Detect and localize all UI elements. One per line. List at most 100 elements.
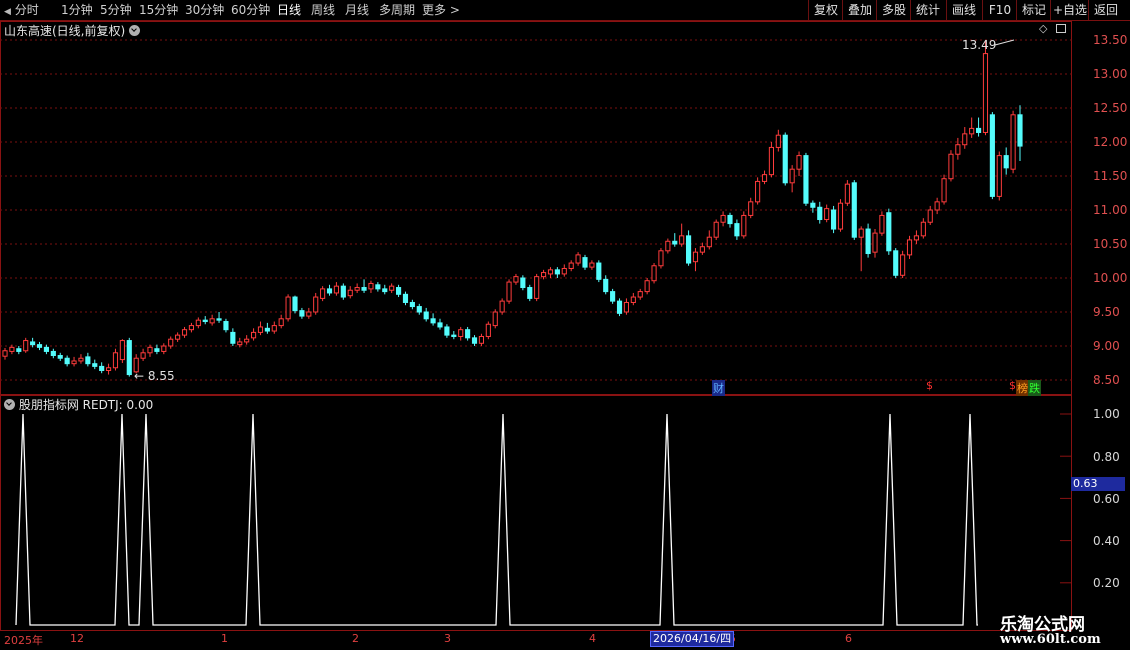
candle[interactable]: [292, 295, 298, 314]
candle[interactable]: [748, 197, 754, 219]
candle[interactable]: [589, 260, 595, 270]
candle[interactable]: [658, 248, 664, 269]
candle[interactable]: [679, 223, 685, 247]
chevron-down-icon[interactable]: [4, 399, 15, 410]
candle[interactable]: [375, 282, 381, 292]
candle[interactable]: [306, 307, 312, 319]
candle[interactable]: [934, 197, 940, 215]
candle[interactable]: [64, 355, 70, 367]
candle[interactable]: [893, 248, 899, 278]
candle[interactable]: [506, 279, 512, 304]
candle[interactable]: [471, 335, 478, 346]
candle[interactable]: [409, 299, 415, 310]
candle[interactable]: [416, 303, 422, 315]
fall-marker[interactable]: 跌: [1028, 380, 1041, 396]
candle[interactable]: [430, 313, 436, 326]
candle[interactable]: [720, 211, 726, 227]
candle[interactable]: [727, 212, 733, 228]
tab-more[interactable]: 更多 >: [422, 1, 460, 19]
draw-line-button[interactable]: 画线: [946, 0, 981, 20]
candle[interactable]: [389, 283, 395, 293]
candle[interactable]: [326, 284, 333, 296]
candle[interactable]: [547, 267, 554, 278]
candle[interactable]: [941, 174, 947, 205]
candle[interactable]: [285, 294, 291, 322]
candle[interactable]: [168, 336, 174, 349]
candle[interactable]: [913, 230, 919, 244]
candle[interactable]: [644, 278, 650, 295]
candle[interactable]: [257, 321, 264, 336]
tab-multi-period[interactable]: 多周期: [379, 1, 415, 19]
candle[interactable]: [106, 363, 112, 375]
candle[interactable]: [872, 229, 878, 258]
candle[interactable]: [50, 348, 56, 359]
candle[interactable]: [582, 254, 588, 270]
candle[interactable]: [188, 322, 195, 333]
candle[interactable]: [92, 359, 98, 370]
dollar-marker[interactable]: $: [1009, 379, 1016, 392]
candle[interactable]: [824, 204, 830, 223]
candle[interactable]: [43, 344, 50, 355]
candle[interactable]: [768, 142, 774, 178]
candle[interactable]: [561, 264, 567, 277]
candle[interactable]: [244, 335, 250, 345]
candle[interactable]: [879, 211, 885, 236]
candle[interactable]: [126, 337, 132, 377]
candle[interactable]: [686, 230, 692, 266]
indicator-chart[interactable]: [0, 395, 1072, 631]
candle[interactable]: [920, 218, 926, 239]
candle[interactable]: [692, 248, 699, 272]
tab-monthly[interactable]: 月线: [345, 1, 369, 19]
mark-button[interactable]: 标记: [1016, 0, 1051, 20]
tab-weekly[interactable]: 周线: [311, 1, 335, 19]
candle[interactable]: [706, 230, 712, 250]
candle[interactable]: [775, 129, 781, 152]
candle[interactable]: [23, 337, 29, 353]
back-button[interactable]: 返回: [1088, 0, 1123, 20]
candle[interactable]: [568, 260, 574, 272]
candle[interactable]: [278, 314, 284, 329]
candle[interactable]: [382, 284, 388, 295]
candle[interactable]: [637, 288, 643, 300]
candle[interactable]: [982, 40, 989, 136]
candle[interactable]: [85, 352, 91, 367]
candle[interactable]: [1017, 105, 1023, 162]
tab-15min[interactable]: 15分钟: [139, 1, 178, 19]
candle[interactable]: [485, 321, 491, 340]
candle[interactable]: [368, 280, 374, 293]
candle[interactable]: [851, 180, 857, 240]
candle[interactable]: [271, 321, 277, 334]
candle[interactable]: [630, 292, 636, 306]
candle[interactable]: [112, 348, 119, 371]
candle[interactable]: [534, 273, 540, 302]
diamond-icon[interactable]: ◇: [1039, 22, 1047, 35]
candle[interactable]: [478, 333, 485, 346]
tab-60min[interactable]: 60分钟: [231, 1, 270, 19]
candlestick-chart[interactable]: [0, 21, 1072, 395]
candle[interactable]: [181, 326, 188, 338]
tab-daily[interactable]: 日线: [277, 1, 301, 19]
candle[interactable]: [499, 298, 505, 315]
candle[interactable]: [161, 343, 167, 355]
candle[interactable]: [313, 292, 319, 315]
candle[interactable]: [761, 170, 768, 185]
candle[interactable]: [2, 348, 8, 360]
candle[interactable]: [789, 165, 795, 193]
candle[interactable]: [140, 348, 146, 361]
finance-marker[interactable]: 财: [712, 380, 725, 396]
candle[interactable]: [906, 235, 913, 259]
candle[interactable]: [796, 151, 802, 176]
candle[interactable]: [831, 205, 837, 234]
candle[interactable]: [78, 354, 84, 364]
candle[interactable]: [264, 322, 270, 334]
candle[interactable]: [492, 309, 498, 329]
candle[interactable]: [948, 150, 954, 182]
candle[interactable]: [672, 233, 678, 247]
statistics-button[interactable]: 统计: [910, 0, 945, 20]
candle[interactable]: [616, 298, 623, 317]
candle[interactable]: [782, 132, 788, 186]
candle[interactable]: [36, 341, 43, 351]
candle[interactable]: [810, 200, 816, 213]
candle[interactable]: [741, 211, 747, 239]
candle[interactable]: [837, 199, 844, 232]
